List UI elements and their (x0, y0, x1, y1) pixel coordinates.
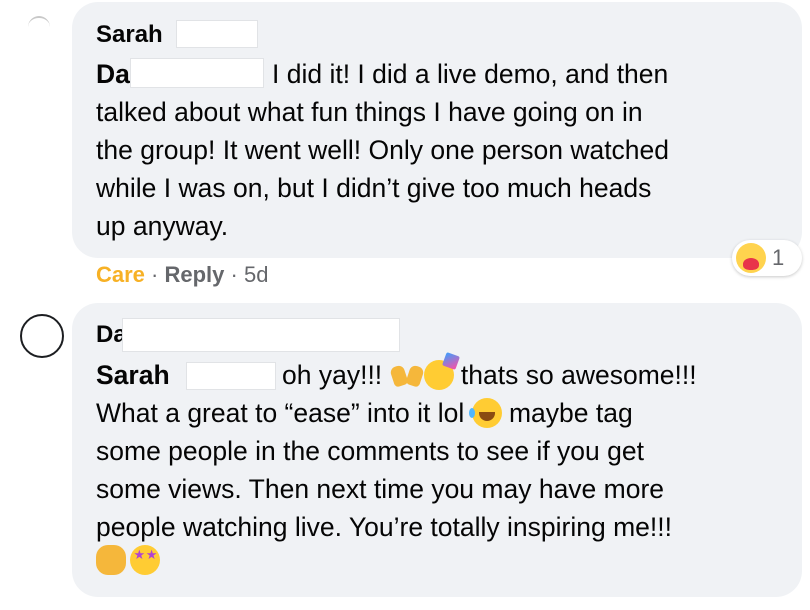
reaction-count: 1 (772, 245, 785, 270)
partying-face-icon (423, 360, 454, 390)
clapping-hands-icon (96, 545, 126, 575)
redacted-author-name (122, 318, 400, 352)
reply-emoji-line (96, 545, 161, 575)
separator-dot: · (151, 262, 165, 287)
star-struck-icon (130, 545, 161, 575)
comment-author-name[interactable]: Sarah (96, 20, 163, 50)
care-reaction-icon (736, 243, 766, 273)
separator-dot: · (230, 262, 244, 287)
reply-button[interactable]: Reply (165, 262, 225, 287)
redacted-mention (130, 58, 264, 88)
comment-text-line: up anyway. (96, 211, 229, 241)
reply-text-line: What a great to “ease” into it lol maybe… (96, 394, 633, 432)
care-reaction-button[interactable]: Care (96, 262, 145, 287)
comment-text-line: talked about what fun things I have goin… (96, 97, 643, 127)
comment-actions: Care · Reply · 5d (96, 259, 268, 291)
reply-text-line: people watching live. You’re totally ins… (96, 512, 672, 542)
reply-text-line: some people in the comments to see if yo… (96, 436, 644, 466)
mention-tag[interactable]: Da (96, 55, 130, 93)
reply-text: What a great to “ease” into it lol (96, 398, 465, 428)
comment-text-line: I did it! I did a live demo, and then (272, 59, 669, 89)
reply-text: thats so awesome!!! (460, 360, 697, 390)
comment-text-line: the group! It went well! Only one person… (96, 135, 670, 165)
replier-avatar[interactable] (20, 314, 64, 358)
raising-hands-icon (390, 360, 424, 390)
reaction-summary[interactable]: 1 (732, 240, 802, 276)
reply-text-line: oh yay!!! thats so awesome!!! (282, 356, 697, 394)
comment-timestamp[interactable]: 5d (244, 262, 268, 287)
comment-text-line: while I was on, but I didn’t give too mu… (96, 173, 652, 203)
reply-text: oh yay!!! (282, 360, 383, 390)
redacted-surname (176, 20, 258, 48)
redacted-mention (186, 362, 276, 390)
laughing-icon (468, 398, 502, 428)
commenter-avatar[interactable] (28, 16, 50, 38)
mention-tag[interactable]: Sarah (96, 356, 170, 394)
reply-text: maybe tag (508, 398, 633, 428)
reply-text-line: some views. Then next time you may have … (96, 474, 665, 504)
